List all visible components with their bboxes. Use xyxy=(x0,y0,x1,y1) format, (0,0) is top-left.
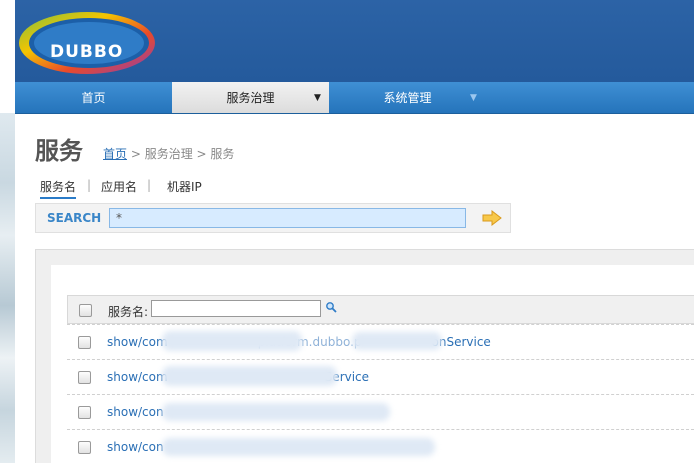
nav-service-governance-label: 服务治理 xyxy=(226,91,275,105)
nav-home[interactable]: 首页 xyxy=(15,82,172,113)
tab-separator: | xyxy=(147,178,152,192)
search-input[interactable] xyxy=(109,208,466,228)
row-checkbox[interactable] xyxy=(78,371,91,384)
tab-separator: | xyxy=(87,178,92,192)
service-name-column-label: 服务名: xyxy=(108,305,149,319)
chevron-down-icon: ▼ xyxy=(470,93,477,103)
service-link[interactable]: show/con xyxy=(107,405,164,419)
breadcrumb: 首页 > 服务治理 > 服务 xyxy=(103,145,234,162)
table-row: show/con xyxy=(67,429,694,464)
row-checkbox[interactable] xyxy=(78,441,91,454)
nav-system-management-label: 系统管理 xyxy=(383,91,432,105)
background-decoration xyxy=(0,113,15,463)
tab-application-name[interactable]: 应用名 xyxy=(101,178,137,195)
redaction-blur xyxy=(352,332,442,350)
nav-service-governance[interactable]: 服务治理 ▼ xyxy=(172,82,329,113)
table-row: show/con xyxy=(67,394,694,429)
service-link[interactable]: show/con xyxy=(107,440,164,454)
main-nav: 首页 服务治理 ▼ 系统管理 ▼ xyxy=(15,82,694,114)
row-checkbox[interactable] xyxy=(78,336,91,349)
table-row: show/com platform.dubbo.p onService xyxy=(67,324,694,359)
service-link-prefix: show/com xyxy=(107,335,168,349)
breadcrumb-home-link[interactable]: 首页 xyxy=(103,147,127,161)
dubbo-logo[interactable]: DUBBO xyxy=(17,10,157,76)
nav-system-management[interactable]: 系统管理 ▼ xyxy=(329,82,486,113)
breadcrumb-rest: > 服务治理 > 服务 xyxy=(127,147,235,161)
redaction-blur xyxy=(162,331,302,351)
tab-service-name[interactable]: 服务名 xyxy=(40,178,77,199)
redaction-blur xyxy=(162,438,435,456)
search-icon[interactable] xyxy=(325,301,337,313)
tab-machine-ip[interactable]: 机器IP xyxy=(167,178,202,195)
chevron-down-icon: ▼ xyxy=(314,93,321,103)
table-row: show/com Service xyxy=(67,359,694,394)
service-filter-input[interactable] xyxy=(151,300,321,317)
header-banner: DUBBO xyxy=(15,0,694,82)
redaction-blur xyxy=(162,403,390,421)
logo-text: DUBBO xyxy=(50,42,124,62)
arrow-right-icon[interactable] xyxy=(482,210,502,226)
nav-home-label: 首页 xyxy=(81,91,106,105)
search-label: SEARCH xyxy=(47,211,102,225)
service-link-prefix: show/com xyxy=(107,370,168,384)
select-all-checkbox[interactable] xyxy=(79,304,92,317)
search-bar: SEARCH xyxy=(35,203,511,233)
row-checkbox[interactable] xyxy=(78,406,91,419)
table-header-row: 服务名: xyxy=(67,295,694,324)
page-title: 服务 xyxy=(35,137,83,165)
redaction-blur xyxy=(162,366,337,386)
